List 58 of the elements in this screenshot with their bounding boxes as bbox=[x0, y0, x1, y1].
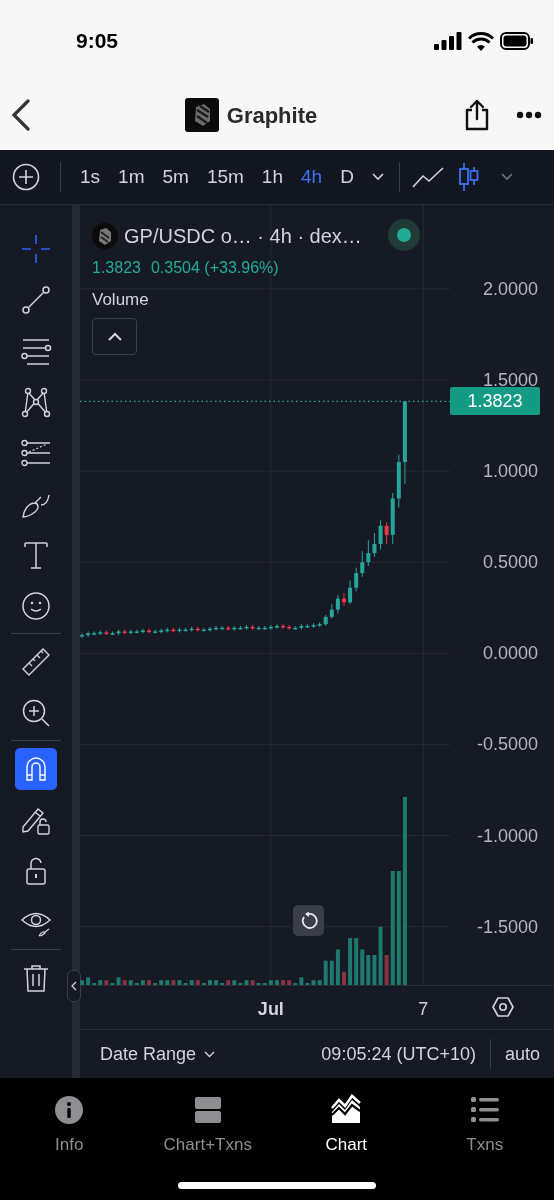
tab-bar-item[interactable]: Info bbox=[0, 1094, 139, 1158]
crosshair-icon[interactable] bbox=[20, 232, 52, 265]
interval-tab[interactable]: 1s bbox=[73, 162, 108, 192]
candle bbox=[80, 632, 84, 639]
share-icon[interactable] bbox=[464, 99, 490, 131]
chevron-up-icon bbox=[106, 331, 123, 342]
interval-tab[interactable]: 5m bbox=[155, 162, 196, 192]
date-range-dropdown[interactable]: Date Range bbox=[100, 1040, 216, 1068]
candle bbox=[342, 592, 346, 607]
caret-icon[interactable] bbox=[370, 173, 385, 181]
interval-tab[interactable]: 1h bbox=[254, 162, 290, 192]
add-indicator-icon[interactable] bbox=[12, 163, 40, 191]
price-change: 0.3504 (+33.96%) bbox=[150, 258, 279, 278]
time-axis-label: 7 bbox=[418, 998, 429, 1021]
candlestick-icon[interactable] bbox=[457, 163, 480, 191]
signal-icon bbox=[434, 32, 462, 50]
wifi-icon bbox=[468, 31, 494, 51]
token-logo-icon bbox=[92, 223, 118, 249]
logo-icon bbox=[184, 98, 219, 132]
smiley-icon[interactable] bbox=[20, 589, 52, 622]
price-axis-label: -0.5000 bbox=[476, 734, 538, 755]
price-axis-label: -1.5000 bbox=[476, 916, 538, 937]
price-axis-label: 0.5000 bbox=[482, 552, 538, 573]
price-axis-label: 1.0000 bbox=[482, 461, 538, 482]
caret-icon bbox=[204, 1050, 216, 1058]
interval-tab[interactable]: D bbox=[333, 162, 361, 192]
timezone-label[interactable]: 09:05:24 (UTC+10) bbox=[321, 1040, 476, 1068]
reset-icon bbox=[299, 911, 318, 930]
price-axis-label: 0.0000 bbox=[482, 643, 538, 664]
last-price-badge: 1.3823 bbox=[450, 387, 540, 416]
trend-line-icon[interactable] bbox=[20, 283, 52, 316]
tab-bar-item[interactable]: Chart+Txns bbox=[138, 1094, 277, 1158]
symbol-title[interactable]: GP/USDC o… · 4h · dex… bbox=[124, 221, 362, 251]
chevron-left-icon bbox=[71, 981, 77, 991]
interval-tab[interactable]: 15m bbox=[199, 162, 251, 192]
pattern-icon[interactable] bbox=[20, 385, 52, 418]
more-icon[interactable] bbox=[516, 111, 542, 119]
battery-icon bbox=[500, 32, 534, 50]
price-axis-label: 1.5000 bbox=[482, 369, 538, 390]
back-icon[interactable] bbox=[10, 99, 32, 131]
interval-tab[interactable]: 4h bbox=[294, 162, 330, 192]
price-axis-label: 2.0000 bbox=[482, 278, 538, 299]
reset-button[interactable] bbox=[293, 905, 324, 936]
magnet-button[interactable] bbox=[15, 747, 57, 790]
price-axis-label: -1.0000 bbox=[476, 825, 538, 846]
time-axis-label: Jul bbox=[257, 998, 284, 1021]
app-title: Graphite bbox=[226, 101, 318, 130]
tab-bar-item[interactable]: Txns bbox=[415, 1094, 554, 1158]
interval-tab[interactable]: 1m bbox=[111, 162, 152, 192]
collapse-button[interactable] bbox=[92, 318, 137, 355]
settings-icon[interactable] bbox=[492, 996, 514, 1018]
line-chart-icon[interactable] bbox=[411, 166, 444, 188]
volume-label: Volume bbox=[92, 289, 149, 311]
status-time: 9:05 bbox=[76, 28, 119, 55]
collapse-handle[interactable] bbox=[67, 970, 81, 1002]
tab-bar-item[interactable]: Chart bbox=[277, 1094, 416, 1158]
auto-scale-toggle[interactable]: auto bbox=[504, 1040, 540, 1068]
last-value: 1.3823 bbox=[92, 258, 141, 278]
